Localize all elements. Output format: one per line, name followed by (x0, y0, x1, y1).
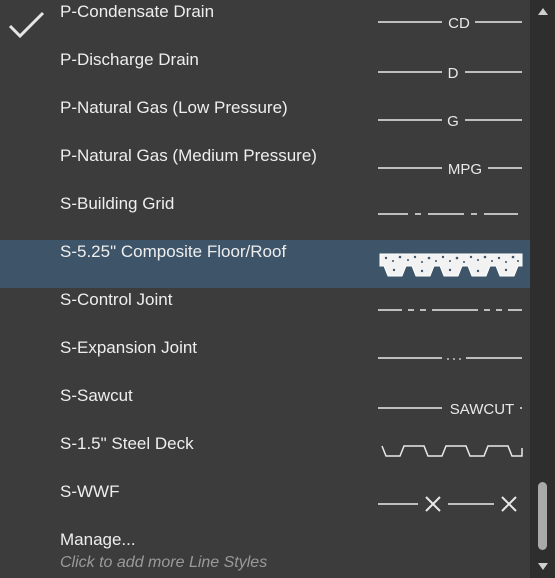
steel-deck-swatch (381, 445, 523, 457)
menu-item-p-discharge-drain[interactable]: P-Discharge Drain D (0, 48, 530, 96)
swatch-text: SAWCUT (450, 401, 514, 418)
menu-item-label: S-Expansion Joint (60, 338, 198, 357)
menu-item-s-composite-floor[interactable]: S-5.25" Composite Floor/Roof (0, 240, 530, 288)
vertical-scrollbar[interactable] (530, 0, 555, 578)
menu-item-label: S-WWF (60, 482, 120, 501)
menu-item-s-control-joint[interactable]: S-Control Joint (0, 288, 530, 336)
swatch-text: D (448, 65, 459, 82)
menu-item-label: P-Condensate Drain (60, 2, 215, 21)
line-style-swatch: G (378, 113, 522, 130)
menu-item-s-expansion-joint[interactable]: S-Expansion Joint (0, 336, 530, 384)
line-style-swatch: D (378, 65, 522, 82)
menu-item-label: S-Sawcut (60, 386, 133, 405)
swatch-text: G (447, 113, 459, 130)
menu-item-p-natural-gas-low[interactable]: P-Natural Gas (Low Pressure) G (0, 96, 530, 144)
menu-item-s-sawcut[interactable]: S-Sawcut SAWCUT (0, 384, 530, 432)
triangle-down-icon[interactable] (538, 563, 548, 570)
menu-item-label: P-Natural Gas (Low Pressure) (60, 98, 288, 117)
line-style-swatch: MPG (378, 161, 522, 178)
manage-link[interactable]: Manage... (60, 528, 136, 552)
manage-hint: Click to add more Line Styles (60, 554, 268, 571)
line-style-swatch (378, 309, 522, 311)
triangle-up-icon[interactable] (538, 8, 548, 15)
menu-item-s-building-grid[interactable]: S-Building Grid (0, 192, 530, 240)
line-style-swatch: SAWCUT (378, 401, 522, 418)
line-style-swatch (378, 496, 517, 512)
swatch-text: MPG (448, 161, 482, 178)
menu-item-label: S-5.25" Composite Floor/Roof (60, 242, 287, 261)
line-style-swatch: CD (378, 15, 522, 32)
line-style-menu: P-Condensate Drain CD P-Discharge Drain … (0, 0, 530, 578)
scrollbar-thumb[interactable] (538, 482, 547, 550)
swatch-text: CD (448, 15, 470, 32)
checkmark-icon (8, 11, 45, 39)
line-style-swatch (378, 213, 518, 215)
menu-item-label: S-Control Joint (60, 290, 173, 309)
menu-item-p-condensate-drain[interactable]: P-Condensate Drain CD (0, 0, 530, 48)
menu-item-s-steel-deck[interactable]: S-1.5" Steel Deck (0, 432, 530, 480)
menu-item-s-wwf[interactable]: S-WWF (0, 480, 530, 528)
menu-item-p-natural-gas-medium[interactable]: P-Natural Gas (Medium Pressure) MPG (0, 144, 530, 192)
line-style-swatch (378, 357, 522, 360)
menu-item-label: P-Natural Gas (Medium Pressure) (60, 146, 317, 165)
composite-floor-swatch (379, 253, 523, 277)
menu-item-label: P-Discharge Drain (60, 50, 199, 69)
menu-item-label: S-Building Grid (60, 194, 175, 213)
menu-item-label: S-1.5" Steel Deck (60, 434, 194, 453)
